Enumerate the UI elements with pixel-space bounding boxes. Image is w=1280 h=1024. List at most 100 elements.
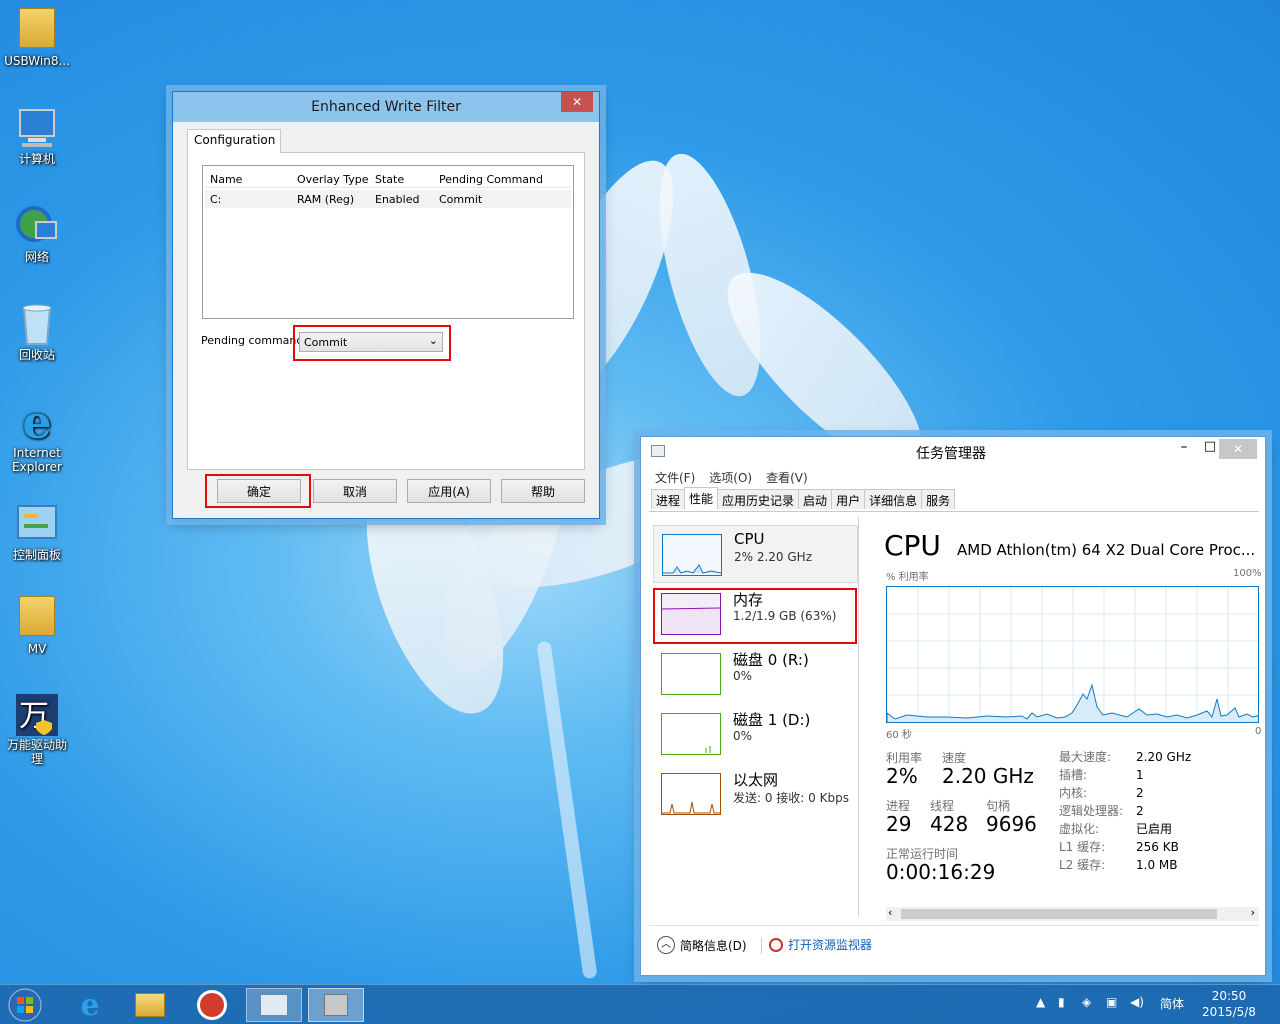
detail-value: 2: [1136, 804, 1144, 818]
desktop-icon-computer[interactable]: 计算机: [2, 106, 72, 166]
desktop-icon-label: 网络: [24, 250, 49, 264]
ethernet-thumbnail-graph: [661, 773, 721, 815]
detail-row: 虚拟化: 已启用: [1059, 820, 1249, 838]
pending-command-label: Pending command:: [201, 334, 308, 347]
window-title: Enhanced Write Filter: [311, 99, 461, 115]
ewf-window: Enhanced Write Filter ✕ Configuration Na…: [172, 91, 600, 519]
tab-users[interactable]: 用户: [831, 489, 866, 509]
tray-security-icon[interactable]: ◈: [1082, 995, 1091, 1009]
graph-x-min: 0: [1255, 726, 1262, 737]
tab-startup[interactable]: 启动: [798, 489, 833, 509]
ime-indicator[interactable]: 简体: [1160, 995, 1184, 1012]
detail-row: L2 缓存: 1.0 MB: [1059, 856, 1249, 874]
taskbar-explorer[interactable]: [122, 988, 178, 1022]
taskbar: e ▲ ▮ ◈ ▣ ◀) 简体 20:50 2015/5/8: [0, 984, 1280, 1024]
desktop-icon-control-panel[interactable]: 控制面板: [2, 502, 72, 562]
cpu-model: AMD Athlon(tm) 64 X2 Dual Core Proc...: [957, 541, 1256, 559]
tab-details[interactable]: 详细信息: [864, 489, 923, 509]
fewer-details-button[interactable]: ︿ 简略信息(D): [657, 936, 747, 954]
menu-view[interactable]: 查看(V): [766, 469, 808, 486]
tab-app-history[interactable]: 应用历史记录: [717, 489, 800, 509]
column-header-name[interactable]: Name: [210, 173, 242, 186]
scroll-right-icon[interactable]: ›: [1251, 906, 1255, 919]
tray-network-icon[interactable]: ▣: [1106, 995, 1117, 1009]
graph-x-label: 60 秒: [886, 730, 912, 741]
cell-name: C:: [210, 193, 222, 206]
scroll-thumb[interactable]: [901, 909, 1217, 919]
perf-item-disk-0[interactable]: 磁盘 0 (R:) 0%: [653, 645, 858, 703]
perf-sidebar: CPU 2% 2.20 GHz 内存 1.2/1.9 GB (63%) 磁盘 0…: [641, 517, 859, 917]
apply-button-label: 应用(A): [428, 484, 470, 499]
detail-key: L1 缓存:: [1059, 840, 1106, 854]
taskbar-tool[interactable]: [184, 988, 240, 1022]
column-header-overlay-type[interactable]: Overlay Type: [297, 173, 369, 186]
clock-date: 2015/5/8: [1202, 1005, 1256, 1019]
internet-explorer-icon: e: [80, 987, 100, 1023]
help-button-label: 帮助: [530, 484, 555, 499]
menu-file[interactable]: 文件(F): [655, 469, 695, 486]
desktop-icon-usbwin8[interactable]: USBWin8...: [2, 8, 72, 68]
cancel-button[interactable]: 取消: [313, 479, 397, 503]
detail-key: L2 缓存:: [1059, 858, 1106, 872]
scroll-left-icon[interactable]: ‹: [888, 906, 892, 919]
clock[interactable]: 20:50 2015/5/8: [1196, 988, 1262, 1020]
horizontal-scrollbar[interactable]: ‹ ›: [886, 906, 1259, 921]
perf-item-detail: 0%: [733, 669, 753, 683]
tm-titlebar[interactable]: 任务管理器 – □ ✕: [641, 437, 1265, 467]
tab-processes[interactable]: 进程: [651, 489, 686, 509]
windows-logo-icon: [8, 988, 42, 1022]
menu-options[interactable]: 选项(O): [709, 469, 752, 486]
tool-icon: [197, 990, 227, 1020]
taskbar-ewf[interactable]: [308, 988, 364, 1022]
ewf-titlebar[interactable]: Enhanced Write Filter ✕: [173, 92, 599, 122]
close-icon: ✕: [571, 95, 583, 109]
desktop-icon-driver-helper[interactable]: 万 万能驱动助理: [2, 692, 72, 766]
close-button[interactable]: ✕: [561, 92, 593, 112]
start-button[interactable]: [2, 988, 48, 1022]
help-button[interactable]: 帮助: [501, 479, 585, 503]
column-header-state[interactable]: State: [375, 173, 404, 186]
task-manager-icon: [260, 994, 288, 1016]
detail-row: 插槽: 1: [1059, 766, 1249, 784]
perf-item-cpu[interactable]: CPU 2% 2.20 GHz: [653, 525, 858, 583]
perf-item-name: 以太网: [733, 771, 779, 789]
perf-item-ethernet[interactable]: 以太网 发送: 0 接收: 0 Kbps: [653, 765, 858, 823]
desktop-icon-ie[interactable]: e Internet Explorer: [2, 395, 72, 474]
taskbar-ie[interactable]: e: [62, 987, 118, 1023]
detail-row: 最大速度: 2.20 GHz: [1059, 748, 1249, 766]
detail-value: 已启用: [1136, 822, 1173, 836]
minimize-button[interactable]: –: [1171, 439, 1197, 455]
graph-y-max: 100%: [1233, 568, 1262, 579]
tray-device-icon[interactable]: ▮: [1058, 995, 1065, 1009]
tab-performance[interactable]: 性能: [684, 487, 719, 509]
network-globe-icon: [14, 204, 60, 248]
disk1-thumbnail-graph: [661, 713, 721, 755]
tab-services[interactable]: 服务: [921, 489, 956, 509]
open-resource-monitor-link[interactable]: 打开资源监视器: [769, 936, 872, 953]
cpu-utilization-graph: [886, 586, 1259, 723]
tray-volume-icon[interactable]: ◀): [1130, 995, 1144, 1009]
menu-bar: 文件(F) 选项(O) 查看(V): [655, 469, 808, 486]
highlight-memory-item: [653, 588, 857, 644]
desktop-icon-recycle-bin[interactable]: 回收站: [2, 302, 72, 362]
desktop-icon-network[interactable]: 网络: [2, 204, 72, 264]
fewer-details-label: 简略信息(D): [680, 938, 747, 953]
tab-configuration[interactable]: Configuration: [187, 129, 281, 153]
desktop-icon-label: 控制面板: [12, 548, 61, 562]
detail-row: 逻辑处理器: 2: [1059, 802, 1249, 820]
desktop-icon-mv[interactable]: MV: [2, 596, 72, 656]
ewf-app-icon: [324, 994, 348, 1016]
cell-pending-command: Commit: [439, 193, 483, 206]
separator: [761, 938, 762, 954]
perf-item-disk-1[interactable]: 磁盘 1 (D:) 0%: [653, 705, 858, 763]
close-button[interactable]: ✕: [1219, 439, 1257, 459]
apply-button[interactable]: 应用(A): [407, 479, 491, 503]
volume-list[interactable]: Name Overlay Type State Pending Command …: [202, 165, 574, 319]
list-row[interactable]: C: RAM (Reg) Enabled Commit: [205, 190, 571, 208]
column-header-pending-command[interactable]: Pending Command: [439, 173, 543, 186]
folder-icon: [14, 8, 60, 52]
tray-show-hidden-icon[interactable]: ▲: [1036, 995, 1045, 1009]
highlight-pending-command: [293, 325, 451, 361]
resource-monitor-icon: [769, 937, 783, 952]
taskbar-task-manager[interactable]: [246, 988, 302, 1022]
